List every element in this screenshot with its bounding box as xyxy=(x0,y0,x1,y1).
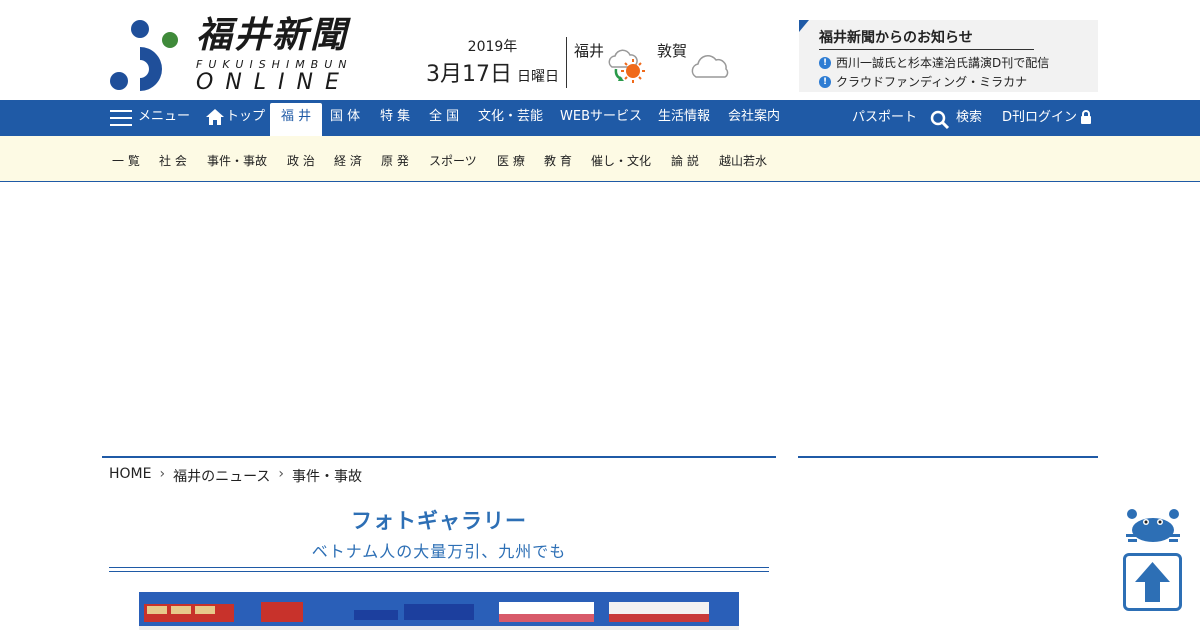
nav-tab-company[interactable]: 会社案内 xyxy=(728,100,780,136)
logo-jp: 福井新聞 xyxy=(196,15,349,56)
breadcrumb-fukui-news[interactable]: 福井のニュース xyxy=(173,466,270,486)
logo-mark-icon[interactable] xyxy=(110,20,180,92)
logo-en-line2: ONLINE xyxy=(196,70,351,95)
date-display: 2019年 3月17日 日曜日 xyxy=(420,36,565,88)
back-to-top-button[interactable] xyxy=(1123,553,1182,611)
subnav-item[interactable]: 論 説 xyxy=(671,152,699,169)
breadcrumb: HOME › 福井のニュース › 事件・事故 xyxy=(109,466,362,486)
date-month-day: 3月17日 xyxy=(425,62,512,87)
subnav-item[interactable]: 事件・事故 xyxy=(207,152,267,169)
logo[interactable]: 福井新聞 FUKUISHIMBUN ONLINE xyxy=(196,16,353,95)
nav-tab-culture[interactable]: 文化・芸能 xyxy=(478,100,543,136)
notice-box: 福井新聞からのお知らせ ! 西川一誠氏と杉本達治氏講演D刊で配信 ! クラウドフ… xyxy=(799,20,1098,92)
weather-tsuruga-label[interactable]: 敦賀 xyxy=(657,40,687,61)
login-link[interactable]: D刊ログイン xyxy=(1002,101,1077,137)
divider xyxy=(566,37,567,88)
info-icon: ! xyxy=(819,75,831,88)
subnav-item[interactable]: 社 会 xyxy=(159,152,187,169)
content-top-rule xyxy=(102,456,776,458)
notice-item-label: クラウドファンディング・ミラカナ xyxy=(836,75,1028,89)
notice-title: 福井新聞からのお知らせ xyxy=(819,27,1034,50)
notice-item-label: 西川一誠氏と杉本達治氏講演D刊で配信 xyxy=(836,56,1050,70)
divider xyxy=(109,567,769,572)
nav-top[interactable]: トップ xyxy=(226,100,265,136)
sidebar-top-rule xyxy=(798,456,1098,458)
page-title: フォトギャラリー xyxy=(351,509,527,533)
nav-tab-lifestyle[interactable]: 生活情報 xyxy=(658,100,710,136)
date-year: 2019年 xyxy=(467,39,518,55)
arrow-up-icon xyxy=(1135,562,1170,602)
weather-fukui-label[interactable]: 福井 xyxy=(574,40,604,61)
nav-tab-fukui[interactable]: 福 井 xyxy=(270,103,323,136)
crab-mascot-icon xyxy=(1126,509,1180,542)
subnav-item[interactable]: 一 覧 xyxy=(112,152,140,169)
passport-link[interactable]: パスポート xyxy=(852,101,917,137)
subnav-item[interactable]: 催し・文化 xyxy=(591,152,651,169)
menu-button[interactable]: メニュー xyxy=(138,100,190,136)
subnav-item[interactable]: 政 治 xyxy=(287,152,315,169)
gallery-subtitle: ベトナム人の大量万引、九州でも xyxy=(311,542,567,561)
cloud-then-sun-icon xyxy=(608,49,645,83)
subnav-item[interactable]: 原 発 xyxy=(381,152,409,169)
nav-tab-web-services[interactable]: WEBサービス xyxy=(560,100,642,136)
subnav-item[interactable]: 医 療 xyxy=(497,152,525,169)
info-icon: ! xyxy=(819,56,831,69)
breadcrumb-incidents[interactable]: 事件・事故 xyxy=(292,466,362,486)
main-nav: メニュー トップ 福 井 国 体 特 集 全 国 文化・芸能 WEBサービス 生… xyxy=(0,100,1200,136)
subnav-item[interactable]: 経 済 xyxy=(334,152,362,169)
date-weekday: 日曜日 xyxy=(517,69,560,85)
notice-item[interactable]: ! 西川一誠氏と杉本達治氏講演D刊で配信 xyxy=(819,54,1049,71)
gallery-photo[interactable] xyxy=(139,592,739,630)
menu-icon[interactable] xyxy=(110,110,132,126)
lock-icon xyxy=(1081,110,1091,124)
subnav-item[interactable]: スポーツ xyxy=(429,152,477,169)
chevron-right-icon: › xyxy=(159,466,166,482)
chevron-right-icon: › xyxy=(278,466,285,482)
notice-item[interactable]: ! クラウドファンディング・ミラカナ xyxy=(819,73,1027,90)
search-icon[interactable] xyxy=(930,110,950,130)
subnav-item[interactable]: 教 育 xyxy=(544,152,572,169)
sub-nav: 一 覧 社 会 事件・事故 政 治 経 済 原 発 スポーツ 医 療 教 育 催… xyxy=(0,136,1200,182)
breadcrumb-home[interactable]: HOME xyxy=(109,466,151,486)
cloud-icon xyxy=(691,55,729,78)
nav-tab-tokushu[interactable]: 特 集 xyxy=(380,100,410,136)
search-button[interactable]: 検索 xyxy=(956,101,982,137)
home-icon[interactable] xyxy=(206,109,224,125)
nav-tab-kokutai[interactable]: 国 体 xyxy=(330,100,360,136)
site-header: 福井新聞 FUKUISHIMBUN ONLINE 2019年 3月17日 日曜日… xyxy=(0,0,1200,100)
nav-tab-zenkoku[interactable]: 全 国 xyxy=(429,100,459,136)
notice-corner-mark xyxy=(799,20,809,32)
subnav-item[interactable]: 越山若水 xyxy=(719,152,767,169)
